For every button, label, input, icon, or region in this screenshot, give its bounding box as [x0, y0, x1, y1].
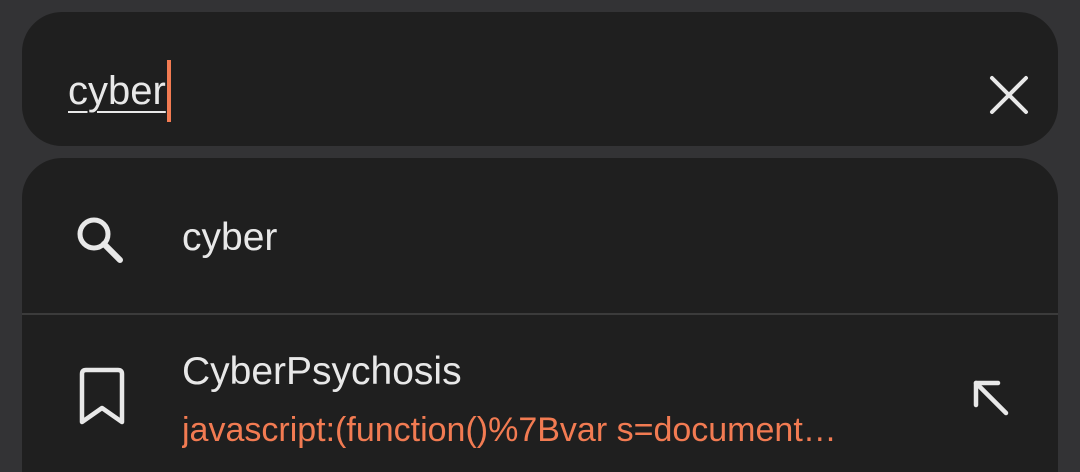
- search-screen: cyber cyber CyberPsychosis javascript:(f…: [0, 0, 1080, 472]
- bookmark-url: javascript:(function()%7Bvar s=document…: [182, 411, 837, 449]
- bookmark-suggestion-row[interactable]: CyberPsychosis javascript:(function()%7B…: [22, 315, 1058, 472]
- clear-search-button[interactable]: [982, 68, 1036, 122]
- search-icon: [72, 212, 128, 268]
- fill-arrow-icon[interactable]: [966, 373, 1016, 423]
- search-suggestion-row[interactable]: cyber: [22, 158, 1058, 314]
- text-cursor: [166, 60, 171, 122]
- search-input[interactable]: cyber: [68, 56, 171, 126]
- bookmark-title: CyberPsychosis: [182, 350, 462, 393]
- search-bar: cyber: [22, 12, 1058, 146]
- search-query-text[interactable]: cyber: [68, 71, 166, 111]
- search-suggestion-text: cyber: [182, 216, 278, 259]
- close-icon: [990, 76, 1028, 114]
- bookmark-icon: [74, 365, 130, 427]
- suggestions-panel: cyber CyberPsychosis javascript:(functio…: [22, 158, 1058, 472]
